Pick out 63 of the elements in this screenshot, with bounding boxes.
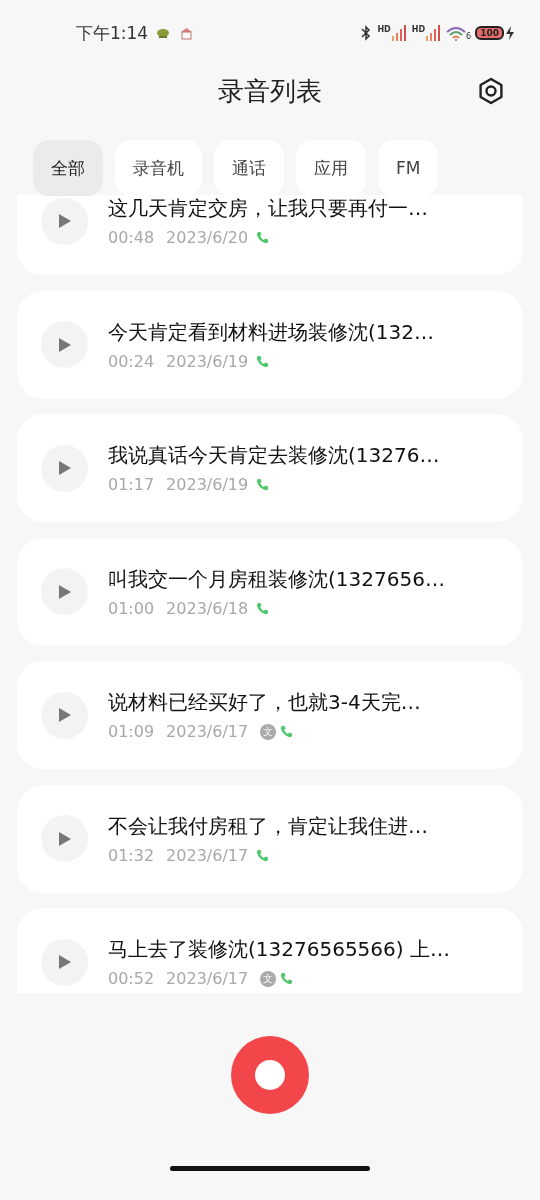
battery-level: 100 [475, 26, 504, 40]
play-icon [57, 460, 72, 476]
wifi-icon [446, 25, 467, 41]
recording-date: 2023/6/17 [166, 845, 249, 865]
recording-duration: 01:00 [108, 598, 155, 618]
recording-title: 叫我交一个月房租装修沈(1327656… [108, 565, 445, 593]
recording-duration: 00:48 [108, 228, 155, 247]
recording-date: 2023/6/17 [166, 969, 249, 988]
transcript-badge: 文 [260, 970, 277, 987]
wifi-label: 6 [466, 31, 472, 41]
play-icon [57, 954, 72, 970]
charging-icon [506, 26, 514, 40]
phone-icon [256, 848, 270, 862]
recording-date: 2023/6/18 [166, 598, 249, 618]
network-label: HD [411, 25, 426, 34]
phone-icon [256, 354, 270, 368]
recording-date: 2023/6/17 [166, 722, 249, 741]
play-button[interactable] [41, 444, 88, 492]
signal-icon [426, 25, 441, 41]
play-button[interactable] [41, 815, 88, 862]
recording-date: 2023/6/19 [166, 351, 249, 371]
recording-title: 马上去了装修沈(13276565566) 上… [108, 936, 450, 963]
filter-tab[interactable]: 全部 [33, 140, 103, 196]
recording-title: 说材料已经买好了，也就3-4天完… [108, 689, 421, 716]
phone-icon [280, 725, 294, 738]
recording-title: 这几天肯定交房，让我只要再付一… [108, 195, 428, 222]
play-button[interactable] [41, 197, 88, 245]
recording-duration: 00:24 [108, 351, 155, 371]
recording-title: 我说真话今天肯定去装修沈(13276… [108, 442, 440, 469]
phone-icon [280, 972, 294, 985]
phone-icon [256, 601, 270, 615]
signal-icon [391, 25, 406, 41]
page-title: 录音列表 [218, 74, 322, 108]
filter-tab[interactable]: 录音机 [115, 140, 202, 196]
filter-tab[interactable]: 通话 [214, 140, 284, 196]
settings-icon [477, 77, 505, 105]
clock: 下午1:14 [76, 21, 149, 45]
play-icon [57, 336, 72, 353]
recording-duration: 01:09 [108, 722, 155, 741]
recording-duration: 00:52 [108, 969, 155, 988]
play-icon [57, 213, 72, 229]
recording-date: 2023/6/19 [166, 475, 249, 494]
transcript-badge: 文 [260, 723, 277, 740]
bluetooth-icon [361, 25, 372, 41]
recording-duration: 01:17 [108, 475, 155, 494]
filter-tab[interactable]: 应用 [296, 140, 366, 196]
phone-icon [256, 478, 270, 491]
play-button[interactable] [41, 321, 88, 368]
play-button[interactable] [41, 568, 88, 615]
play-icon [57, 707, 72, 723]
filter-tab[interactable]: FM [378, 140, 439, 196]
network-label: HD [377, 25, 391, 34]
play-icon [57, 583, 72, 600]
recording-title: 今天肯定看到材料进场装修沈(132… [108, 318, 434, 346]
recording-duration: 01:32 [108, 845, 155, 865]
recording-date: 2023/6/20 [166, 228, 249, 247]
play-button[interactable] [41, 691, 88, 739]
play-icon [57, 830, 72, 847]
play-button[interactable] [41, 938, 88, 986]
phone-icon [256, 231, 270, 244]
recording-title: 不会让我付房租了，肯定让我住进… [108, 812, 428, 840]
shop-icon [180, 26, 194, 40]
settings-button[interactable] [476, 76, 506, 106]
